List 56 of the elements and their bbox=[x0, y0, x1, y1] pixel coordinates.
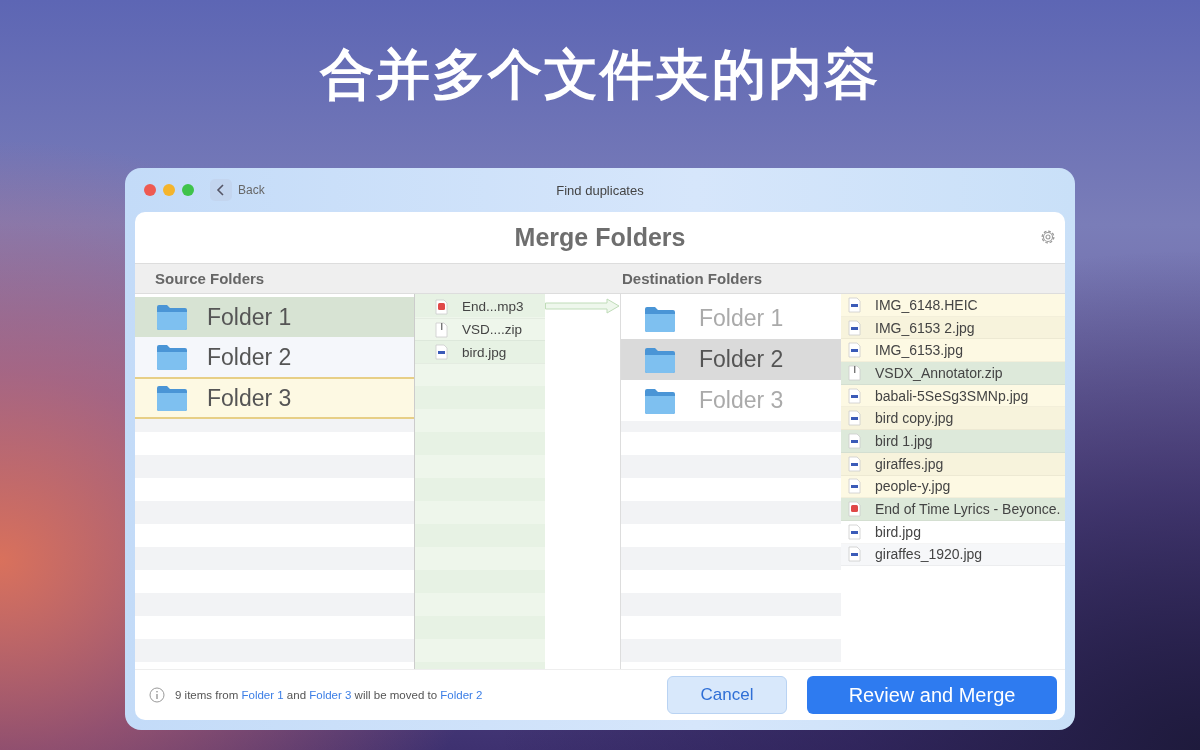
file-icon bbox=[848, 387, 861, 404]
back-button[interactable]: Back bbox=[210, 179, 265, 201]
file-row[interactable]: bird.jpg bbox=[415, 341, 545, 365]
file-icon bbox=[848, 546, 861, 563]
column-heading: Destination Folders bbox=[622, 270, 763, 287]
folder-icon bbox=[155, 303, 189, 331]
folder-icon bbox=[643, 345, 677, 374]
window-title: Find duplicates bbox=[556, 182, 644, 198]
panel-title: Merge Folders bbox=[514, 223, 686, 252]
folder-icon bbox=[155, 384, 189, 412]
file-row[interactable]: IMG_6153.jpg bbox=[841, 339, 1065, 363]
file-icon bbox=[435, 321, 448, 338]
file-row[interactable]: IMG_6148.HEIC bbox=[841, 294, 1065, 317]
file-icon bbox=[435, 344, 448, 361]
source-folder[interactable]: Folder 1 bbox=[135, 297, 414, 337]
folder-icon bbox=[643, 304, 677, 333]
info-icon bbox=[149, 687, 165, 703]
file-icon bbox=[848, 364, 861, 381]
file-row[interactable]: VSDX_Annotator.zip bbox=[841, 362, 1065, 385]
file-row[interactable]: giraffes.jpg bbox=[841, 452, 1065, 476]
file-row[interactable]: End of Time Lyrics - Beyonce. bbox=[841, 498, 1065, 521]
file-icon bbox=[848, 410, 861, 427]
file-row[interactable]: End...mp3 bbox=[415, 296, 545, 319]
folder-icon bbox=[155, 343, 189, 371]
file-icon bbox=[848, 296, 861, 313]
file-row[interactable]: giraffes_1920.jpg bbox=[841, 543, 1065, 567]
window-control[interactable] bbox=[144, 184, 156, 196]
source-folder[interactable]: Folder 3 bbox=[135, 377, 414, 419]
folder-icon bbox=[643, 386, 677, 415]
status-message: 9 items from Folder 1 and Folder 3 will be moved to Folder 2 bbox=[175, 689, 484, 701]
destination-folder[interactable]: Folder 2 bbox=[621, 339, 841, 380]
cancel-button[interactable]: Cancel bbox=[667, 676, 787, 714]
file-icon bbox=[848, 478, 861, 495]
window-control[interactable] bbox=[182, 184, 194, 196]
file-icon bbox=[848, 455, 861, 472]
file-icon bbox=[848, 432, 861, 449]
folder-link[interactable]: Folder 1 bbox=[241, 689, 284, 701]
file-row[interactable]: IMG_6153 2.jpg bbox=[841, 316, 1065, 340]
file-icon bbox=[848, 501, 861, 518]
folder-link[interactable]: Folder 3 bbox=[309, 689, 352, 701]
window-control[interactable] bbox=[163, 184, 175, 196]
file-row[interactable]: bird copy.jpg bbox=[841, 407, 1065, 431]
file-row[interactable]: babali-5SeSg3SMNp.jpg bbox=[841, 384, 1065, 408]
file-row[interactable]: VSD....zip bbox=[415, 318, 545, 342]
file-icon bbox=[848, 319, 861, 336]
file-icon bbox=[435, 298, 448, 315]
merge-button[interactable]: Review and Merge bbox=[807, 676, 1057, 714]
folder-link[interactable]: Folder 2 bbox=[440, 689, 483, 701]
file-icon bbox=[848, 523, 861, 540]
headline: 合并多个文件夹的内容 bbox=[320, 42, 880, 108]
settings-icon[interactable] bbox=[1039, 228, 1057, 246]
column-heading: Source Folders bbox=[155, 270, 265, 287]
file-row[interactable]: bird 1.jpg bbox=[841, 430, 1065, 453]
file-icon bbox=[848, 342, 861, 359]
source-folder[interactable]: Folder 2 bbox=[135, 337, 414, 377]
file-row[interactable]: people-y.jpg bbox=[841, 475, 1065, 499]
